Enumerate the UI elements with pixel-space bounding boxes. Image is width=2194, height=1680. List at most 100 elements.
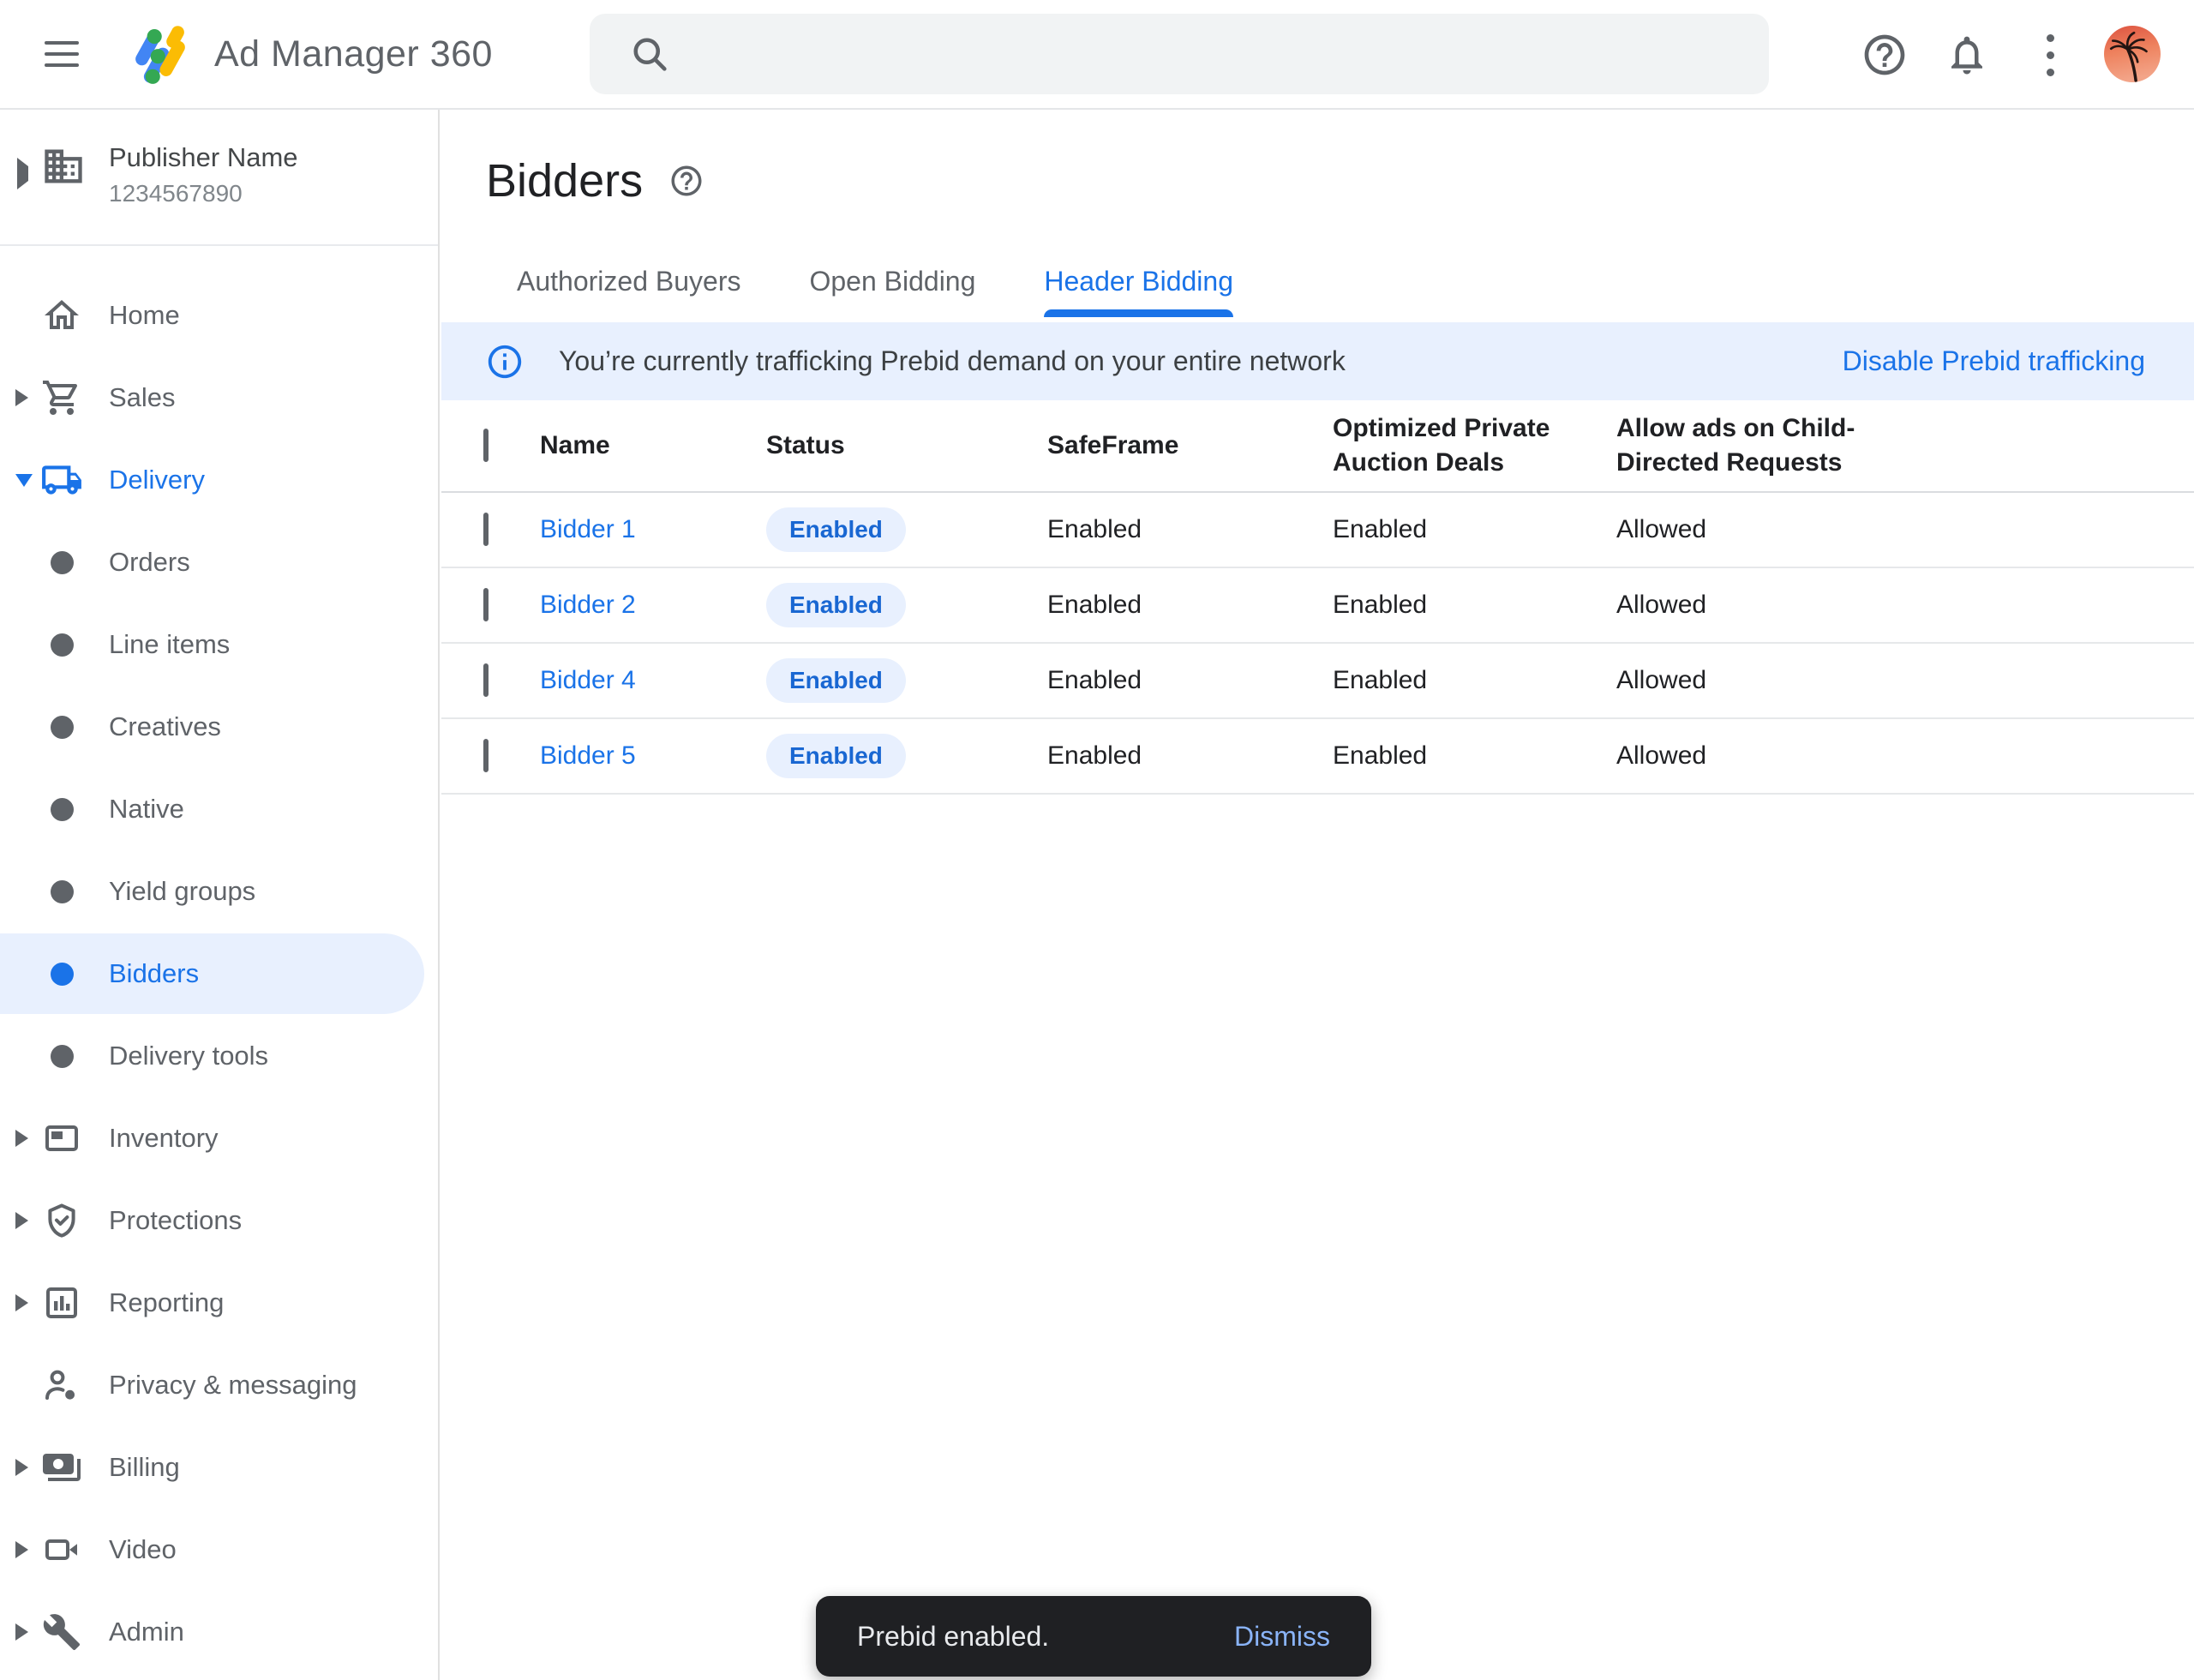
- person-privacy-icon: [38, 1344, 86, 1426]
- bar-chart-icon: [38, 1262, 86, 1344]
- bullet-icon: [38, 933, 86, 1015]
- optimized-deals-value: Enabled: [1333, 741, 1616, 771]
- tab-open-bidding[interactable]: Open Bidding: [809, 250, 975, 317]
- sidebar-item-privacy-messaging[interactable]: Privacy & messaging: [0, 1344, 438, 1426]
- search-input[interactable]: [698, 38, 1743, 71]
- sidebar-item-bidders[interactable]: Bidders: [0, 933, 438, 1015]
- bullet-icon: [38, 850, 86, 933]
- sidebar-item-creatives[interactable]: Creatives: [0, 686, 438, 768]
- tab-authorized-buyers[interactable]: Authorized Buyers: [517, 250, 740, 317]
- ad-manager-logo[interactable]: [127, 21, 194, 87]
- sidebar-item-line-items[interactable]: Line items: [0, 603, 438, 686]
- status-badge: Enabled: [766, 507, 906, 552]
- disable-prebid-link[interactable]: Disable Prebid trafficking: [1843, 345, 2145, 377]
- table-row: Bidder 2 Enabled Enabled Enabled Allowed: [441, 568, 2194, 644]
- safeframe-value: Enabled: [1047, 591, 1333, 620]
- row-checkbox[interactable]: [483, 513, 489, 546]
- sidebar-item-delivery[interactable]: Delivery: [0, 439, 438, 521]
- help-icon[interactable]: [1857, 27, 1912, 82]
- sidebar-item-delivery-tools[interactable]: Delivery tools: [0, 1015, 438, 1097]
- tab-header-bidding[interactable]: Header Bidding: [1044, 250, 1233, 317]
- table-row: Bidder 1 Enabled Enabled Enabled Allowed: [441, 493, 2194, 568]
- expand-down-icon: [15, 439, 33, 521]
- toast-dismiss-button[interactable]: Dismiss: [1234, 1621, 1330, 1653]
- sidebar-item-yield-groups[interactable]: Yield groups: [0, 850, 438, 933]
- app-title: Ad Manager 360: [214, 33, 493, 75]
- col-header-status: Status: [766, 429, 1047, 463]
- inventory-icon: [38, 1097, 86, 1179]
- expand-right-icon: [15, 1097, 28, 1179]
- topbar: Ad Manager 360: [0, 0, 2194, 110]
- toast-message: Prebid enabled.: [857, 1621, 1049, 1653]
- status-badge: Enabled: [766, 583, 906, 627]
- row-checkbox[interactable]: [483, 739, 489, 772]
- sidebar-item-reporting[interactable]: Reporting: [0, 1262, 438, 1344]
- optimized-deals-value: Enabled: [1333, 515, 1616, 544]
- col-header-safeframe: SafeFrame: [1047, 429, 1333, 463]
- bidder-link[interactable]: Bidder 2: [540, 591, 636, 619]
- bullet-icon: [38, 686, 86, 768]
- menu-icon[interactable]: [45, 41, 79, 67]
- optimized-deals-value: Enabled: [1333, 591, 1616, 620]
- sidebar-item-sales[interactable]: Sales: [0, 357, 438, 439]
- sidebar: Publisher Name 1234567890 Home Sales Del…: [0, 110, 440, 1680]
- select-all-checkbox[interactable]: [483, 429, 489, 462]
- safeframe-value: Enabled: [1047, 741, 1333, 771]
- sidebar-item-inventory[interactable]: Inventory: [0, 1097, 438, 1179]
- info-icon: [485, 342, 525, 381]
- prebid-banner: You’re currently trafficking Prebid dema…: [441, 322, 2194, 400]
- safeframe-value: Enabled: [1047, 515, 1333, 544]
- bullet-icon: [38, 768, 86, 850]
- toast: Prebid enabled. Dismiss: [816, 1596, 1371, 1677]
- bullet-icon: [38, 1015, 86, 1097]
- col-header-allow-ads-child-directed: Allow ads on Child-Directed Requests: [1616, 411, 1882, 480]
- shield-check-icon: [38, 1179, 86, 1262]
- notifications-icon[interactable]: [1939, 27, 1994, 82]
- search-icon: [627, 32, 672, 76]
- row-checkbox[interactable]: [483, 588, 489, 621]
- safeframe-value: Enabled: [1047, 666, 1333, 695]
- sidebar-item-protections[interactable]: Protections: [0, 1179, 438, 1262]
- wrench-icon: [38, 1591, 86, 1673]
- publisher-switcher[interactable]: Publisher Name 1234567890: [0, 110, 438, 246]
- bidder-link[interactable]: Bidder 4: [540, 666, 636, 694]
- sidebar-item-billing[interactable]: Billing: [0, 1426, 438, 1509]
- bullet-icon: [38, 521, 86, 603]
- payments-icon: [38, 1426, 86, 1509]
- bidder-link[interactable]: Bidder 5: [540, 741, 636, 770]
- child-directed-value: Allowed: [1616, 666, 2194, 695]
- publisher-id: 1234567890: [109, 180, 243, 207]
- bullet-icon: [38, 603, 86, 686]
- search-bar[interactable]: [590, 14, 1769, 94]
- truck-icon: [38, 439, 86, 521]
- col-header-optimized-private-auction-deals: Optimized Private Auction Deals: [1333, 411, 1598, 480]
- child-directed-value: Allowed: [1616, 591, 2194, 620]
- status-badge: Enabled: [766, 734, 906, 778]
- building-icon: [41, 144, 86, 189]
- expand-right-icon: [15, 1179, 28, 1262]
- title-help-icon[interactable]: [668, 163, 704, 199]
- cart-icon: [38, 357, 86, 439]
- avatar[interactable]: [2104, 26, 2161, 82]
- child-directed-value: Allowed: [1616, 741, 2194, 771]
- bidder-link[interactable]: Bidder 1: [540, 515, 636, 543]
- more-vert-icon[interactable]: [2023, 27, 2077, 82]
- expand-right-icon: [15, 1262, 28, 1344]
- row-checkbox[interactable]: [483, 663, 489, 697]
- banner-message: You’re currently trafficking Prebid dema…: [559, 345, 1346, 377]
- sidebar-item-native[interactable]: Native: [0, 768, 438, 850]
- expand-right-icon: [15, 1591, 28, 1673]
- expand-right-icon: [15, 1426, 28, 1509]
- sidebar-item-orders[interactable]: Orders: [0, 521, 438, 603]
- tab-bar: Authorized Buyers Open Bidding Header Bi…: [441, 250, 2194, 317]
- sidebar-item-admin[interactable]: Admin: [0, 1591, 438, 1673]
- optimized-deals-value: Enabled: [1333, 666, 1616, 695]
- publisher-name: Publisher Name: [109, 142, 298, 173]
- main-content: Bidders Authorized Buyers Open Bidding H…: [441, 110, 2194, 1680]
- table-row: Bidder 4 Enabled Enabled Enabled Allowed: [441, 644, 2194, 719]
- sidebar-nav: Home Sales Delivery Orders Line items: [0, 246, 438, 1673]
- expand-right-icon: [15, 1509, 28, 1591]
- col-header-name: Name: [540, 429, 766, 463]
- sidebar-item-video[interactable]: Video: [0, 1509, 438, 1591]
- sidebar-item-home[interactable]: Home: [0, 274, 438, 357]
